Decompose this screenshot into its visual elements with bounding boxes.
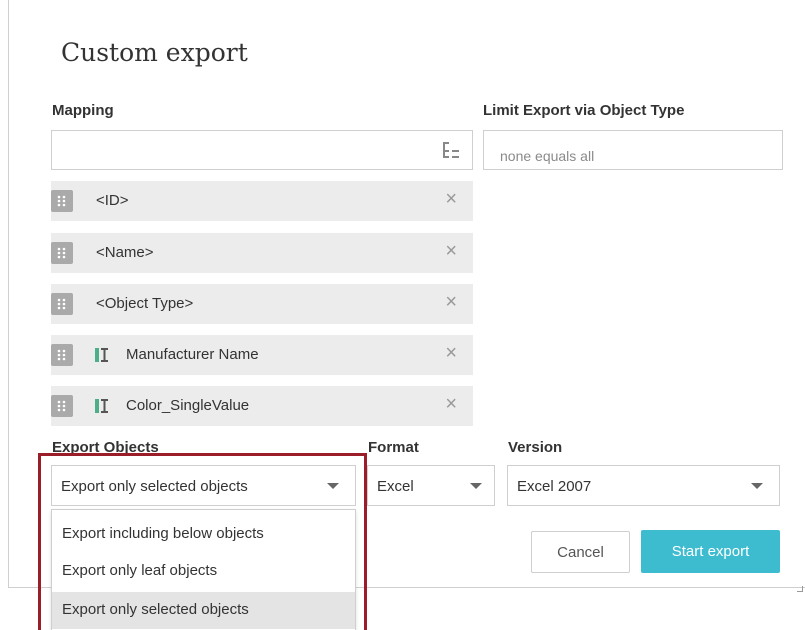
mapping-item[interactable]: Manufacturer Name × xyxy=(51,335,473,375)
format-select[interactable]: Excel xyxy=(367,465,495,506)
mapping-item[interactable]: <Object Type> × xyxy=(51,284,473,324)
mapping-item-label: <Name> xyxy=(96,244,154,261)
limit-export-label: Limit Export via Object Type xyxy=(483,102,685,119)
remove-icon[interactable]: × xyxy=(445,241,457,261)
dropdown-option[interactable]: Export only leaf objects xyxy=(52,553,355,590)
mapping-item-label: Manufacturer Name xyxy=(126,346,259,363)
mapping-item[interactable]: Color_SingleValue × xyxy=(51,386,473,426)
resize-handle[interactable] xyxy=(797,586,803,592)
text-attribute-icon xyxy=(95,398,109,414)
export-objects-label: Export Objects xyxy=(52,439,159,456)
mapping-item-label: <Object Type> xyxy=(96,295,194,312)
dropdown-option[interactable]: Export including below objects xyxy=(52,516,355,553)
cancel-button[interactable]: Cancel xyxy=(531,531,630,573)
export-objects-select[interactable]: Export only selected objects xyxy=(51,465,356,506)
version-label: Version xyxy=(508,439,563,456)
mapping-input[interactable] xyxy=(51,130,473,170)
remove-icon[interactable]: × xyxy=(445,292,457,312)
mapping-item[interactable]: <ID> × xyxy=(51,181,473,221)
remove-icon[interactable]: × xyxy=(445,189,457,209)
drag-handle-icon[interactable] xyxy=(51,344,73,366)
drag-handle-icon[interactable] xyxy=(51,190,73,212)
chevron-down-icon xyxy=(327,483,339,489)
limit-object-type-input[interactable] xyxy=(483,130,783,170)
chevron-down-icon xyxy=(470,483,482,489)
drag-handle-icon[interactable] xyxy=(51,242,73,264)
mapping-item-label: Color_SingleValue xyxy=(126,397,250,414)
mapping-item-label: <ID> xyxy=(96,192,129,209)
version-select[interactable]: Excel 2007 xyxy=(507,465,780,506)
text-attribute-icon xyxy=(95,347,109,363)
format-selected-value: Excel xyxy=(377,478,414,495)
dropdown-option-selected[interactable]: Export only selected objects xyxy=(52,592,355,629)
format-label: Format xyxy=(368,439,419,456)
start-export-button[interactable]: Start export xyxy=(641,530,780,573)
mapping-item[interactable]: <Name> × xyxy=(51,233,473,273)
remove-icon[interactable]: × xyxy=(445,394,457,414)
dialog-title: Custom export xyxy=(61,38,248,67)
drag-handle-icon[interactable] xyxy=(51,293,73,315)
chevron-down-icon xyxy=(751,483,763,489)
mapping-label: Mapping xyxy=(52,102,114,119)
drag-handle-icon[interactable] xyxy=(51,395,73,417)
export-objects-selected-value: Export only selected objects xyxy=(61,478,248,495)
version-selected-value: Excel 2007 xyxy=(517,478,592,495)
tree-structure-icon[interactable] xyxy=(442,141,460,161)
export-objects-dropdown: Export including below objects Export on… xyxy=(51,509,356,630)
remove-icon[interactable]: × xyxy=(445,343,457,363)
